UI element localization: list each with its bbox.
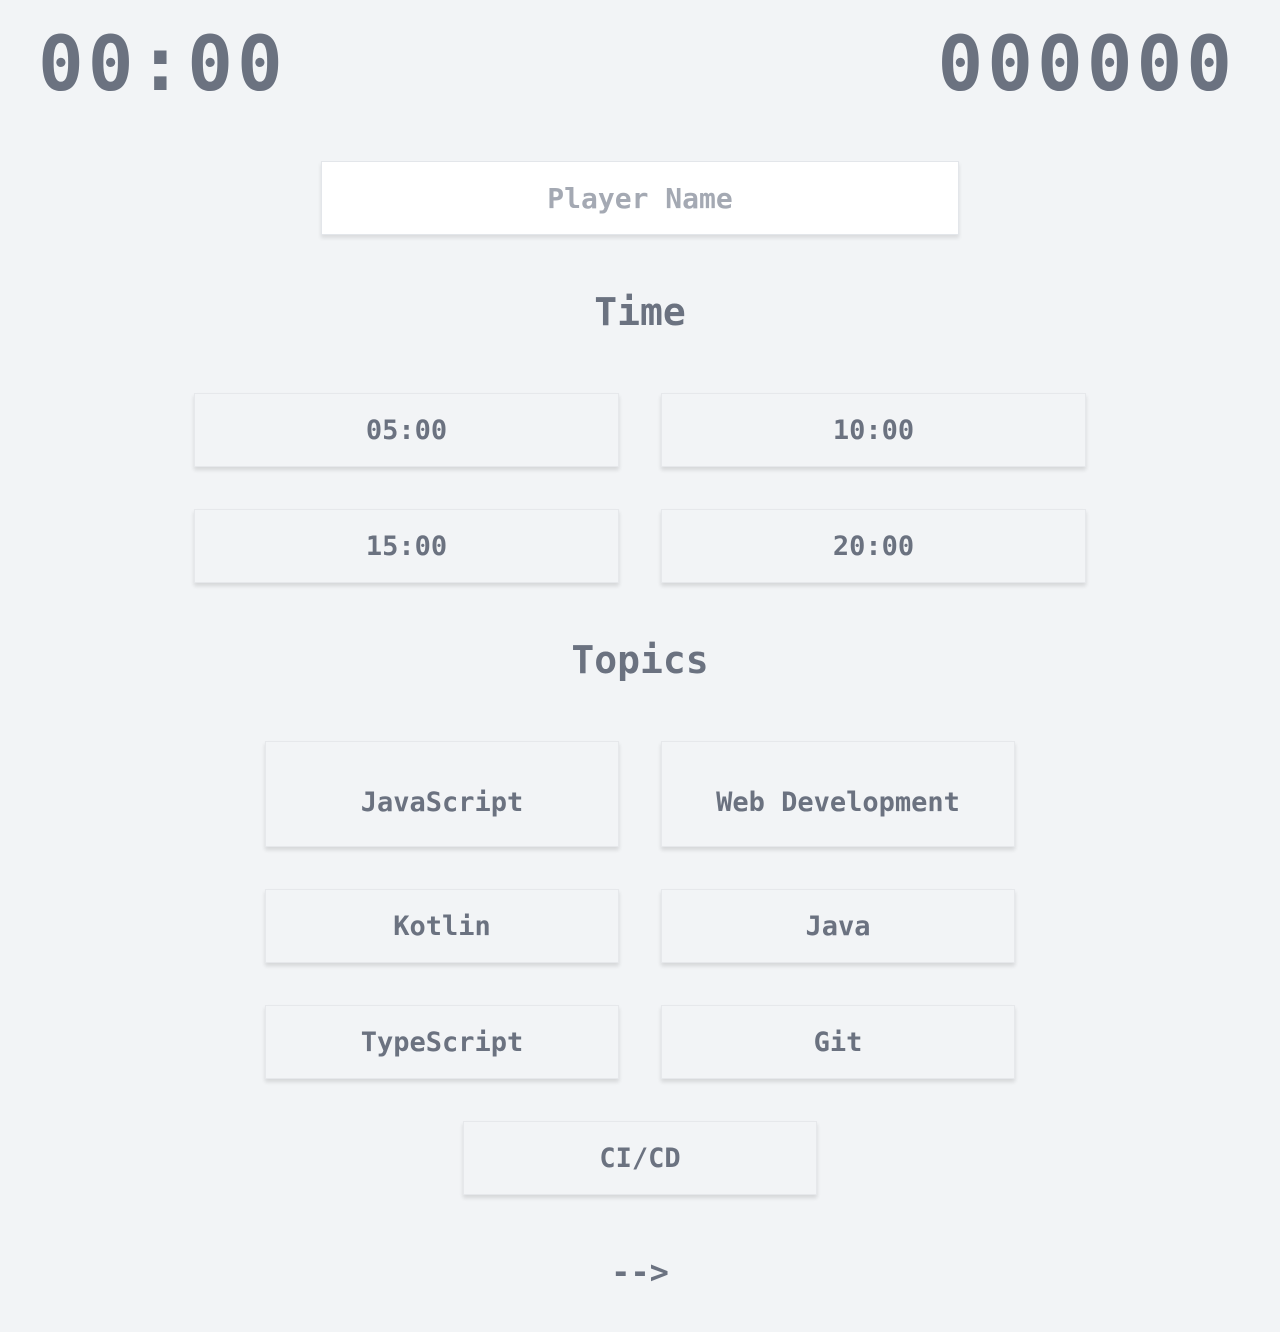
topic-option-web-development[interactable]: Web Development (661, 741, 1015, 847)
topic-option-ci-cd[interactable]: CI/CD (463, 1121, 817, 1195)
game-timer: 00:00 (38, 19, 287, 108)
time-option-05-00[interactable]: 05:00 (194, 393, 619, 467)
topic-option-javascript[interactable]: JavaScript (265, 741, 619, 847)
score-display: 000000 (937, 19, 1236, 108)
time-option-15-00[interactable]: 15:00 (194, 509, 619, 583)
topic-option-java[interactable]: Java (661, 889, 1015, 963)
next-arrow-button[interactable]: --> (580, 1250, 700, 1294)
topic-option-typescript[interactable]: TypeScript (265, 1005, 619, 1079)
time-option-20-00[interactable]: 20:00 (661, 509, 1086, 583)
time-section-title: Time (594, 290, 686, 334)
topics-section-title: Topics (571, 638, 709, 682)
topic-option-git[interactable]: Git (661, 1005, 1015, 1079)
player-name-input[interactable] (321, 161, 959, 235)
time-option-10-00[interactable]: 10:00 (661, 393, 1086, 467)
topic-option-kotlin[interactable]: Kotlin (265, 889, 619, 963)
